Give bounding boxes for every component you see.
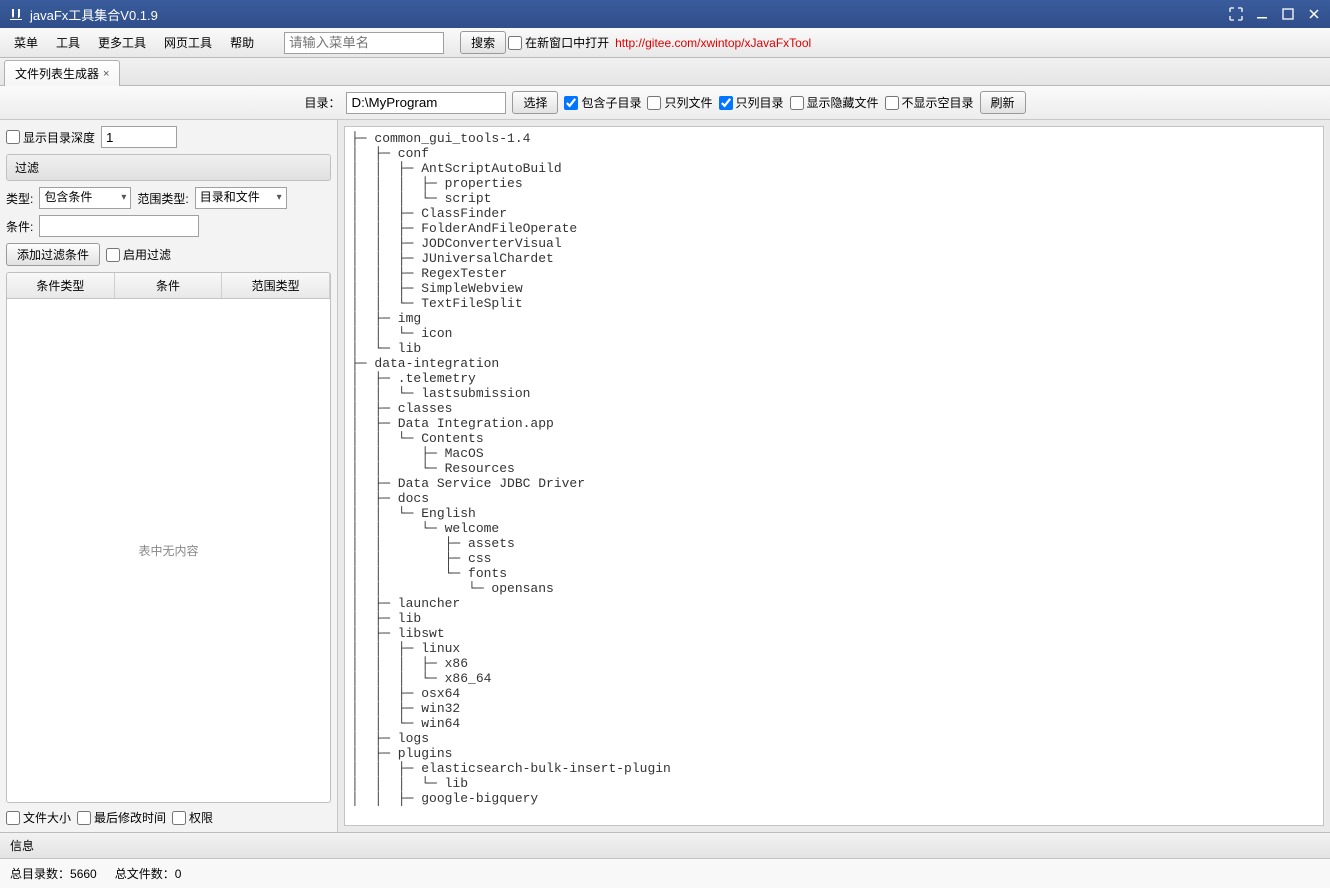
hide-empty-checkbox[interactable]: 不显示空目录 xyxy=(885,94,974,111)
scope-type-label: 范围类型: xyxy=(137,190,188,207)
menu-item[interactable]: 菜单 xyxy=(6,30,46,55)
fullscreen-icon[interactable] xyxy=(1228,6,1244,22)
scope-type-select[interactable]: 目录和文件 xyxy=(195,187,287,209)
refresh-button[interactable]: 刷新 xyxy=(980,91,1026,114)
menu-item[interactable]: 帮助 xyxy=(222,30,262,55)
select-directory-button[interactable]: 选择 xyxy=(512,91,558,114)
tab-close-icon[interactable]: × xyxy=(103,68,109,80)
checkbox-label: 显示隐藏文件 xyxy=(807,94,879,111)
total-file-count: 总文件数：0 xyxy=(115,865,182,882)
info-section: 信息 总目录数：5660 总文件数：0 xyxy=(0,832,1330,888)
include-subdir-checkbox[interactable]: 包含子目录 xyxy=(564,94,641,111)
condition-label: 条件: xyxy=(6,218,33,235)
column-header[interactable]: 范围类型 xyxy=(222,273,330,298)
checkbox-label: 包含子目录 xyxy=(581,94,641,111)
sidebar: 显示目录深度 过滤 类型: 包含条件 范围类型: 目录和文件 条件: 添加过滤条… xyxy=(0,120,338,832)
search-input[interactable] xyxy=(284,32,444,54)
permission-checkbox[interactable]: 权限 xyxy=(172,809,213,826)
show-depth-checkbox[interactable]: 显示目录深度 xyxy=(6,129,95,146)
menu-item[interactable]: 工具 xyxy=(48,30,88,55)
type-label: 类型: xyxy=(6,190,33,207)
checkbox-label: 权限 xyxy=(189,809,213,826)
checkbox-label: 启用过滤 xyxy=(123,246,171,263)
only-dirs-checkbox[interactable]: 只列目录 xyxy=(719,94,784,111)
title-bar: javaFx工具集合V0.1.9 xyxy=(0,0,1330,28)
table-empty-message: 表中无内容 xyxy=(7,299,330,802)
tab-file-list-generator[interactable]: 文件列表生成器 × xyxy=(4,60,120,86)
search-button[interactable]: 搜索 xyxy=(460,31,506,54)
app-icon xyxy=(8,6,24,22)
total-dir-count: 总目录数：5660 xyxy=(10,865,97,882)
tab-strip: 文件列表生成器 × xyxy=(0,58,1330,86)
show-hidden-checkbox[interactable]: 显示隐藏文件 xyxy=(790,94,879,111)
only-files-checkbox[interactable]: 只列文件 xyxy=(647,94,712,111)
type-select[interactable]: 包含条件 xyxy=(39,187,131,209)
close-icon[interactable] xyxy=(1306,6,1322,22)
checkbox-label: 在新窗口中打开 xyxy=(525,34,609,51)
table-header-row: 条件类型 条件 范围类型 xyxy=(7,273,330,299)
file-tree-view[interactable]: ├─ common_gui_tools-1.4 │ ├─ conf │ │ ├─… xyxy=(344,126,1324,826)
column-header[interactable]: 条件 xyxy=(115,273,223,298)
window-title: javaFx工具集合V0.1.9 xyxy=(30,5,158,24)
menu-item[interactable]: 更多工具 xyxy=(90,30,154,55)
checkbox-label: 最后修改时间 xyxy=(94,809,166,826)
directory-input[interactable] xyxy=(346,92,506,114)
open-in-new-window-checkbox[interactable]: 在新窗口中打开 xyxy=(508,34,609,51)
last-modified-checkbox[interactable]: 最后修改时间 xyxy=(77,809,166,826)
column-header[interactable]: 条件类型 xyxy=(7,273,115,298)
filter-table: 条件类型 条件 范围类型 表中无内容 xyxy=(6,272,331,803)
info-body: 总目录数：5660 总文件数：0 xyxy=(0,859,1330,888)
checkbox-label: 显示目录深度 xyxy=(23,129,95,146)
project-link[interactable]: http://gitee.com/xwintop/xJavaFxTool xyxy=(615,36,811,50)
menu-bar: 菜单 工具 更多工具 网页工具 帮助 搜索 在新窗口中打开 http://git… xyxy=(0,28,1330,58)
checkbox-label: 不显示空目录 xyxy=(902,94,974,111)
info-header: 信息 xyxy=(0,833,1330,859)
directory-label: 目录： xyxy=(304,94,340,111)
maximize-icon[interactable] xyxy=(1280,6,1296,22)
enable-filter-checkbox[interactable]: 启用过滤 xyxy=(106,246,171,263)
depth-spinner[interactable] xyxy=(101,126,177,148)
condition-input[interactable] xyxy=(39,215,199,237)
filter-panel-header: 过滤 xyxy=(6,154,331,181)
minimize-icon[interactable] xyxy=(1254,6,1270,22)
main-area: 显示目录深度 过滤 类型: 包含条件 范围类型: 目录和文件 条件: 添加过滤条… xyxy=(0,120,1330,832)
menu-item[interactable]: 网页工具 xyxy=(156,30,220,55)
checkbox-label: 文件大小 xyxy=(23,809,71,826)
directory-toolbar: 目录： 选择 包含子目录 只列文件 只列目录 显示隐藏文件 不显示空目录 刷新 xyxy=(0,86,1330,120)
checkbox-label: 只列目录 xyxy=(736,94,784,111)
tab-label: 文件列表生成器 xyxy=(15,65,99,82)
checkbox-label: 只列文件 xyxy=(664,94,712,111)
add-filter-button[interactable]: 添加过滤条件 xyxy=(6,243,100,266)
file-size-checkbox[interactable]: 文件大小 xyxy=(6,809,71,826)
